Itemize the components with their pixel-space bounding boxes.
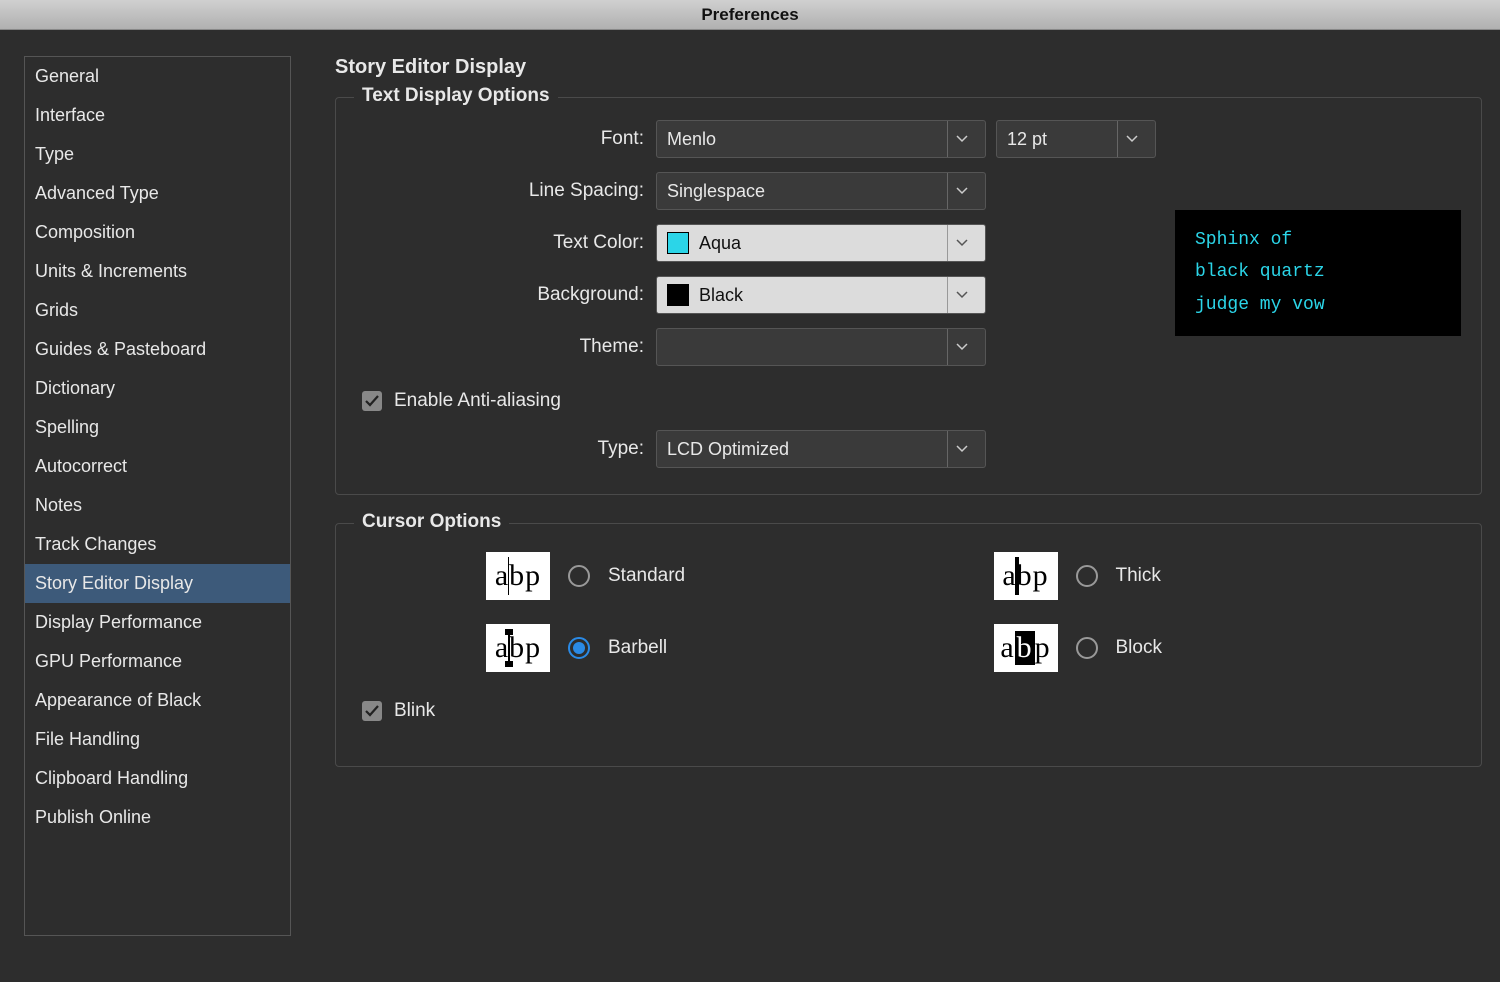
font-family-dropdown[interactable]: Menlo (656, 120, 986, 158)
sidebar-item-display-performance[interactable]: Display Performance (25, 603, 290, 642)
sidebar-item-type[interactable]: Type (25, 135, 290, 174)
cursor-label: Standard (608, 565, 685, 587)
radio-icon (568, 637, 590, 659)
background-color-dropdown[interactable]: Black (656, 276, 986, 314)
text-color-value: Aqua (699, 233, 741, 254)
text-preview: Sphinx of black quartz judge my vow (1175, 210, 1461, 336)
sidebar-item-guides-pasteboard[interactable]: Guides & Pasteboard (25, 330, 290, 369)
font-size-dropdown[interactable]: 12 pt (996, 120, 1156, 158)
preview-line: black quartz (1195, 256, 1441, 288)
enable-anti-aliasing-label: Enable Anti-aliasing (394, 390, 561, 412)
window-title: Preferences (701, 5, 798, 24)
cursor-thumb-barbell-icon: abp (486, 624, 550, 672)
sidebar-item-spelling[interactable]: Spelling (25, 408, 290, 447)
background-value: Black (699, 285, 743, 306)
main-panel: Story Editor Display Text Display Option… (315, 30, 1500, 982)
chevron-down-icon (1117, 121, 1145, 157)
preview-line: judge my vow (1195, 289, 1441, 321)
chevron-down-icon (947, 173, 975, 209)
cursor-thumb-block-icon: abp (994, 624, 1058, 672)
text-color-swatch (667, 232, 689, 254)
sidebar-item-notes[interactable]: Notes (25, 486, 290, 525)
cursor-options-legend: Cursor Options (354, 511, 509, 533)
cursor-options-group: Cursor Options abp Standard abp Thick ab… (335, 523, 1482, 767)
sidebar-item-autocorrect[interactable]: Autocorrect (25, 447, 290, 486)
sidebar-item-composition[interactable]: Composition (25, 213, 290, 252)
cursor-option-block[interactable]: abp Block (994, 624, 1462, 672)
cursor-label: Barbell (608, 637, 667, 659)
text-color-label: Text Color: (356, 232, 656, 254)
sidebar-item-file-handling[interactable]: File Handling (25, 720, 290, 759)
cursor-thumb-thick-icon: abp (994, 552, 1058, 600)
sidebar-item-publish-online[interactable]: Publish Online (25, 798, 290, 837)
chevron-down-icon (947, 277, 975, 313)
theme-label: Theme: (356, 336, 656, 358)
sidebar-item-dictionary[interactable]: Dictionary (25, 369, 290, 408)
line-spacing-value: Singlespace (667, 181, 765, 202)
cursor-label: Thick (1116, 565, 1161, 587)
font-family-value: Menlo (667, 129, 716, 150)
checkbox-icon (362, 701, 382, 721)
sidebar-item-gpu-performance[interactable]: GPU Performance (25, 642, 290, 681)
chevron-down-icon (947, 225, 975, 261)
cursor-option-thick[interactable]: abp Thick (994, 552, 1462, 600)
cursor-label: Block (1116, 637, 1162, 659)
sidebar-item-track-changes[interactable]: Track Changes (25, 525, 290, 564)
chevron-down-icon (947, 329, 975, 365)
sidebar-item-appearance-of-black[interactable]: Appearance of Black (25, 681, 290, 720)
theme-dropdown[interactable] (656, 328, 986, 366)
cursor-option-barbell[interactable]: abp Barbell (486, 624, 954, 672)
chevron-down-icon (947, 431, 975, 467)
cursor-thumb-standard-icon: abp (486, 552, 550, 600)
sidebar: General Interface Type Advanced Type Com… (0, 30, 315, 982)
sidebar-list: General Interface Type Advanced Type Com… (24, 56, 291, 936)
enable-anti-aliasing-checkbox[interactable]: Enable Anti-aliasing (362, 390, 1461, 412)
content: General Interface Type Advanced Type Com… (0, 30, 1500, 982)
aa-type-label: Type: (356, 438, 656, 460)
radio-icon (1076, 637, 1098, 659)
text-display-options-legend: Text Display Options (354, 85, 558, 107)
sidebar-item-story-editor-display[interactable]: Story Editor Display (25, 564, 290, 603)
sidebar-item-interface[interactable]: Interface (25, 96, 290, 135)
sidebar-item-clipboard-handling[interactable]: Clipboard Handling (25, 759, 290, 798)
sidebar-item-advanced-type[interactable]: Advanced Type (25, 174, 290, 213)
line-spacing-dropdown[interactable]: Singlespace (656, 172, 986, 210)
blink-label: Blink (394, 700, 435, 722)
sidebar-item-grids[interactable]: Grids (25, 291, 290, 330)
sidebar-item-units-increments[interactable]: Units & Increments (25, 252, 290, 291)
text-display-options-group: Text Display Options Font: Menlo 12 pt (335, 97, 1482, 495)
aa-type-value: LCD Optimized (667, 439, 789, 460)
page-title: Story Editor Display (335, 56, 1482, 79)
checkbox-icon (362, 391, 382, 411)
cursor-option-standard[interactable]: abp Standard (486, 552, 954, 600)
font-label: Font: (356, 128, 656, 150)
radio-icon (568, 565, 590, 587)
chevron-down-icon (947, 121, 975, 157)
radio-icon (1076, 565, 1098, 587)
text-color-dropdown[interactable]: Aqua (656, 224, 986, 262)
font-size-value: 12 pt (1007, 129, 1047, 150)
blink-checkbox[interactable]: Blink (362, 700, 1461, 722)
preview-line: Sphinx of (1195, 224, 1441, 256)
aa-type-dropdown[interactable]: LCD Optimized (656, 430, 986, 468)
background-label: Background: (356, 284, 656, 306)
window-titlebar: Preferences (0, 0, 1500, 30)
background-swatch (667, 284, 689, 306)
line-spacing-label: Line Spacing: (356, 180, 656, 202)
sidebar-item-general[interactable]: General (25, 57, 290, 96)
